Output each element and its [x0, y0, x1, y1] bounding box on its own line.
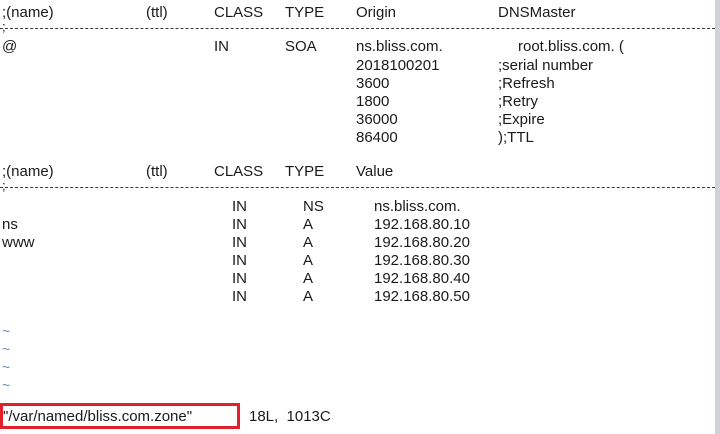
rr-header-class: CLASS — [214, 163, 264, 180]
record-class: IN — [232, 288, 247, 305]
record-class: IN — [232, 216, 247, 233]
empty-line-tilde: ~ — [2, 323, 11, 339]
status-filename: "/var/named/bliss.com.zone" — [3, 408, 193, 425]
rr-header-value: Value — [356, 163, 394, 180]
empty-line-tilde: ~ — [2, 377, 11, 393]
soa-class: IN — [214, 38, 229, 55]
record-class: IN — [232, 252, 247, 269]
record-type: NS — [303, 198, 324, 215]
terminal-editor[interactable]: ;(name) (ttl) CLASS TYPE Origin DNSMaste… — [0, 0, 715, 434]
separator-line — [0, 28, 715, 30]
record-class: IN — [232, 198, 247, 215]
rr-header-ttl: (ttl) — [146, 163, 168, 180]
soa-name: @ — [2, 38, 18, 55]
soa-serial: 2018100201 — [356, 57, 440, 74]
record-type: A — [303, 270, 314, 287]
empty-line-tilde: ~ — [2, 341, 11, 357]
separator-semicolon: ; — [2, 19, 6, 34]
soa-expire: 36000 — [356, 111, 398, 128]
soa-serial-comment: ;serial number — [498, 57, 594, 74]
record-name: www — [2, 234, 35, 251]
scrollbar[interactable] — [715, 0, 720, 434]
status-info: 18L, 1013C — [249, 408, 331, 425]
soa-retry-comment: ;Retry — [498, 93, 539, 110]
soa-header-origin: Origin — [356, 4, 397, 21]
rr-header-name: ;(name) — [2, 163, 54, 180]
soa-refresh: 3600 — [356, 75, 390, 92]
record-value: 192.168.80.10 — [374, 216, 470, 233]
soa-ttl: 86400 — [356, 129, 398, 146]
soa-header-class: CLASS — [214, 4, 264, 21]
record-value: 192.168.80.40 — [374, 270, 470, 287]
record-type: A — [303, 234, 314, 251]
soa-header-ttl: (ttl) — [146, 4, 168, 21]
record-type: A — [303, 252, 314, 269]
soa-type: SOA — [285, 38, 317, 55]
soa-retry: 1800 — [356, 93, 390, 110]
record-type: A — [303, 216, 314, 233]
record-value: 192.168.80.50 — [374, 288, 470, 305]
record-value: ns.bliss.com. — [374, 198, 461, 215]
soa-master: root.bliss.com. ( — [518, 38, 624, 55]
soa-header-name: ;(name) — [2, 4, 54, 21]
empty-line-tilde: ~ — [2, 359, 11, 375]
record-class: IN — [232, 270, 247, 287]
soa-ttl-comment: );TTL — [498, 129, 534, 146]
record-class: IN — [232, 234, 247, 251]
soa-header-type: TYPE — [285, 4, 325, 21]
record-value: 192.168.80.20 — [374, 234, 470, 251]
record-type: A — [303, 288, 314, 305]
rr-header-type: TYPE — [285, 163, 325, 180]
soa-origin: ns.bliss.com. — [356, 38, 443, 55]
separator-semicolon: ; — [2, 178, 6, 193]
soa-refresh-comment: ;Refresh — [498, 75, 555, 92]
separator-line — [0, 187, 715, 189]
soa-expire-comment: ;Expire — [498, 111, 545, 128]
soa-header-master: DNSMaster — [498, 4, 576, 21]
record-value: 192.168.80.30 — [374, 252, 470, 269]
record-name: ns — [2, 216, 18, 233]
